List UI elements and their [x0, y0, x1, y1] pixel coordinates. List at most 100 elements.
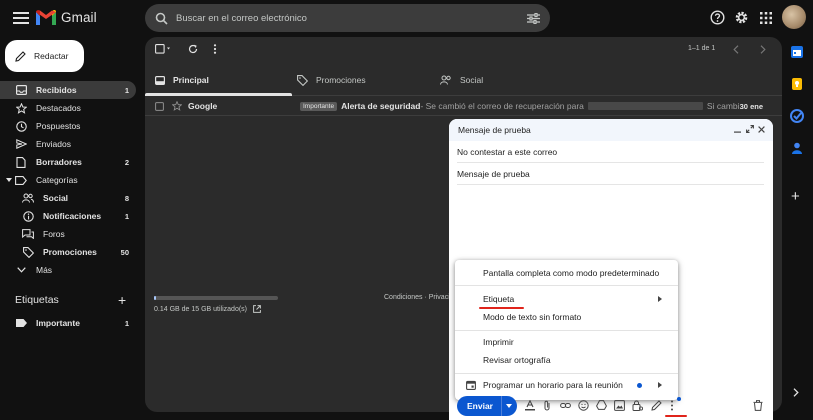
importance-badge[interactable]: Importante — [300, 101, 338, 111]
tab-promotions[interactable]: Promociones — [297, 64, 366, 96]
calendar-app-icon[interactable] — [789, 44, 805, 60]
more-options-menu: Pantalla completa como modo predetermina… — [455, 260, 678, 400]
sidebar-item-starred[interactable]: Destacados — [0, 99, 136, 117]
main-menu-icon[interactable] — [13, 12, 29, 24]
storage-bar — [154, 296, 278, 300]
footer-links[interactable]: Condiciones · Privacid — [384, 294, 454, 301]
gmail-logo-text: Gmail — [61, 10, 97, 25]
sidebar-item-label: Promociones — [43, 247, 97, 257]
select-all-checkbox[interactable] — [155, 44, 173, 54]
highlight-underline — [665, 415, 687, 417]
compose-title: Mensaje de prueba — [458, 125, 531, 135]
label-icon — [15, 317, 27, 329]
signature-pen-icon[interactable] — [651, 400, 662, 411]
gmail-m-icon — [36, 10, 56, 25]
prev-page-icon[interactable] — [733, 45, 739, 54]
chevron-right-icon — [658, 382, 662, 388]
sidebar-item-notifications[interactable]: Notificaciones 1 — [0, 207, 136, 225]
search-input[interactable]: Buscar en el correo electrónico — [176, 13, 527, 24]
sidebar-item-label: Importante — [36, 318, 80, 328]
email-sender: Google — [188, 101, 218, 111]
tab-label: Principal — [173, 75, 209, 85]
compose-header[interactable]: Mensaje de prueba — [449, 119, 773, 141]
tab-social[interactable]: Social — [440, 64, 483, 96]
send-button[interactable]: Enviar — [457, 396, 517, 416]
menu-item-print[interactable]: Imprimir — [455, 333, 678, 351]
sidebar-item-sent[interactable]: Enviados — [0, 135, 136, 153]
add-addon-icon[interactable]: + — [791, 189, 800, 204]
menu-item-schedule-meeting[interactable]: Programar un horario para la reunión — [455, 376, 678, 394]
add-label-icon[interactable]: + — [118, 293, 126, 307]
more-options-icon[interactable] — [670, 400, 681, 411]
label-tag-icon — [15, 174, 27, 186]
minimize-icon[interactable] — [734, 126, 741, 133]
formatting-icon[interactable] — [525, 400, 536, 411]
tab-label: Promociones — [316, 75, 366, 85]
caret-down-icon[interactable] — [6, 178, 13, 182]
send-options-caret-icon[interactable] — [506, 404, 512, 408]
menu-item-plain-text[interactable]: Modo de texto sin formato — [455, 308, 678, 326]
contacts-app-icon[interactable] — [789, 140, 805, 156]
next-page-icon[interactable] — [760, 45, 766, 54]
menu-divider — [455, 285, 678, 286]
menu-divider — [455, 373, 678, 374]
sidebar-item-drafts[interactable]: Borradores 2 — [0, 153, 136, 171]
external-link-icon[interactable] — [253, 305, 261, 313]
link-icon[interactable] — [560, 400, 571, 411]
sidebar-item-categories[interactable]: Categorías — [0, 171, 136, 189]
sidebar-item-count: 1 — [124, 318, 129, 328]
forum-icon — [22, 228, 34, 240]
confidential-lock-icon[interactable] — [632, 400, 643, 411]
sidebar-item-inbox[interactable]: Recibidos 1 — [0, 81, 136, 99]
search-bar[interactable]: Buscar en el correo electrónico — [145, 4, 550, 32]
tasks-app-icon[interactable] — [789, 108, 805, 124]
sidebar-item-count: 1 — [124, 211, 129, 221]
emoji-icon[interactable] — [578, 400, 589, 411]
email-row[interactable]: Google Importante Alerta de seguridad - … — [145, 97, 782, 116]
subject-field[interactable]: Mensaje de prueba — [457, 163, 764, 185]
compose-button[interactable]: Redactar — [5, 40, 84, 72]
photo-icon[interactable] — [614, 400, 625, 411]
search-options-icon[interactable] — [527, 12, 540, 24]
menu-item-spellcheck[interactable]: Revisar ortografía — [455, 351, 678, 369]
expand-side-panel-icon[interactable] — [793, 388, 799, 397]
storage-fill — [154, 296, 156, 300]
expand-icon[interactable] — [746, 125, 754, 133]
sidebar-item-social[interactable]: Social 8 — [0, 189, 136, 207]
gmail-logo[interactable]: Gmail — [36, 10, 97, 25]
attachment-icon[interactable] — [543, 400, 554, 411]
sidebar-label-important[interactable]: Importante 1 — [0, 314, 136, 332]
tab-primary[interactable]: Principal — [155, 64, 209, 96]
sidebar-item-label: Pospuestos — [36, 121, 81, 131]
sidebar-item-promotions[interactable]: Promociones 50 — [0, 243, 136, 261]
trash-icon[interactable] — [753, 400, 764, 411]
menu-item-fullscreen-default[interactable]: Pantalla completa como modo predetermina… — [455, 264, 678, 282]
sidebar-item-snoozed[interactable]: Pospuestos — [0, 117, 136, 135]
sidebar-item-label: Borradores — [36, 157, 82, 167]
close-icon[interactable] — [758, 126, 765, 133]
keep-app-icon[interactable] — [789, 76, 805, 92]
account-avatar[interactable] — [782, 5, 806, 29]
star-icon[interactable] — [172, 101, 182, 111]
row-checkbox[interactable] — [155, 101, 164, 111]
menu-divider — [455, 330, 678, 331]
storage-text: 0.14 GB de 15 GB utilizado(s) — [154, 305, 261, 313]
redacted-email — [587, 102, 703, 110]
chevron-right-icon — [658, 296, 662, 302]
price-tag-icon — [22, 246, 34, 258]
more-vert-icon[interactable] — [213, 44, 217, 54]
sidebar-item-label: Foros — [43, 229, 65, 239]
recipients-field[interactable]: No contestar a este correo — [457, 141, 764, 163]
drive-icon[interactable] — [596, 400, 607, 411]
apps-grid-icon[interactable] — [760, 12, 776, 28]
sidebar-item-forums[interactable]: Foros — [0, 225, 136, 243]
search-icon[interactable] — [155, 12, 168, 25]
menu-item-label[interactable]: Etiqueta — [455, 290, 678, 308]
subject-value: Mensaje de prueba — [457, 168, 530, 179]
sidebar-item-more[interactable]: Más — [0, 261, 136, 279]
help-icon[interactable] — [710, 10, 726, 26]
settings-gear-icon[interactable] — [734, 10, 750, 26]
send-icon — [15, 138, 27, 150]
inbox-icon — [15, 84, 27, 96]
refresh-icon[interactable] — [188, 44, 198, 54]
